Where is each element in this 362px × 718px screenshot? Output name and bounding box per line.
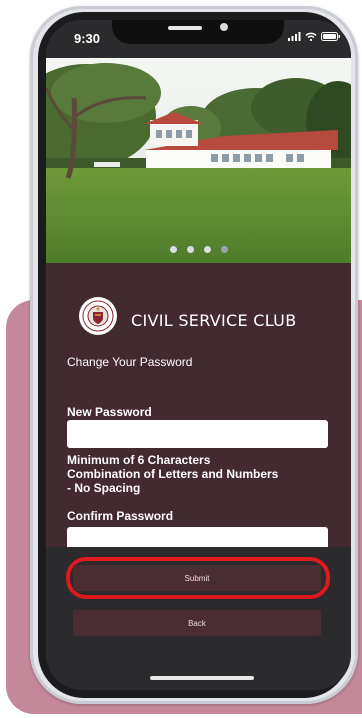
clubhouse-photo xyxy=(46,58,351,263)
carousel-dots[interactable] xyxy=(46,246,351,253)
password-rule: Combination of Letters and Numbers xyxy=(67,467,279,481)
confirm-password-label: Confirm Password xyxy=(67,509,174,523)
status-time: 9:30 xyxy=(74,31,101,46)
signal-icon xyxy=(288,32,301,41)
page-title: Change Your Password xyxy=(67,355,193,369)
clubhouse-photo-carousel[interactable] xyxy=(46,58,351,263)
wifi-icon xyxy=(305,32,317,41)
form-actions: Submit Back xyxy=(46,547,351,690)
password-rule: Minimum of 6 Characters xyxy=(67,453,211,467)
back-button[interactable]: Back xyxy=(73,610,321,636)
carousel-dot[interactable] xyxy=(186,246,194,253)
front-camera xyxy=(220,23,228,31)
carousel-dot[interactable] xyxy=(169,246,177,253)
status-bar: 9:30 xyxy=(46,20,351,58)
new-password-input[interactable] xyxy=(67,420,328,448)
status-icons xyxy=(288,32,341,41)
password-rules: Minimum of 6 Characters Combination of L… xyxy=(67,453,278,495)
carousel-dot[interactable] xyxy=(203,246,211,253)
carousel-dot-active[interactable] xyxy=(220,246,228,253)
home-indicator[interactable] xyxy=(150,676,254,680)
new-password-label: New Password xyxy=(67,405,152,419)
battery-icon xyxy=(321,32,340,41)
password-form-panel: CIVIL SERVICE CLUB Change Your Password … xyxy=(46,263,351,555)
submit-button[interactable]: Submit xyxy=(73,565,321,591)
phone-notch xyxy=(112,20,284,44)
civil-service-club-crest-icon xyxy=(79,297,117,335)
club-name: CIVIL SERVICE CLUB xyxy=(131,311,297,330)
app-screen: 9:30 CIVIL SERVICE CLUB Change Your Pass… xyxy=(46,20,351,690)
speaker-grille xyxy=(168,26,202,30)
password-rule: - No Spacing xyxy=(67,481,141,495)
